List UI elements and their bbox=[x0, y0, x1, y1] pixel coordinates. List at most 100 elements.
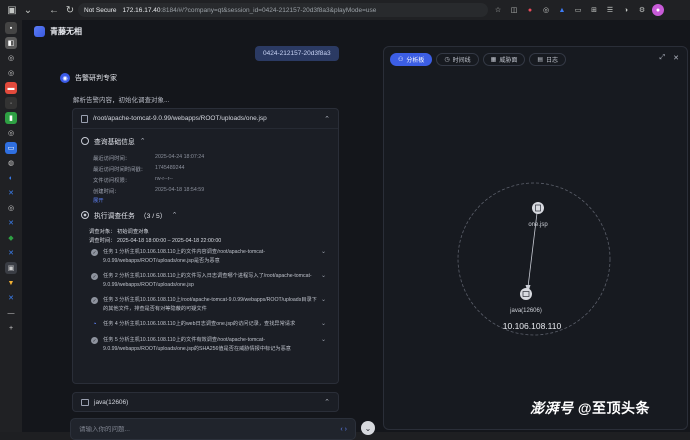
sidebar-tab-icon[interactable]: ◎ bbox=[5, 67, 17, 79]
sidebar-tab-icon[interactable]: ▣ bbox=[5, 262, 17, 274]
sidebar-tab-icon[interactable]: ▼ bbox=[5, 277, 17, 289]
play-icon bbox=[81, 211, 89, 219]
expand-link[interactable]: 展开 bbox=[93, 196, 104, 204]
chevron-down-icon[interactable]: ⌄ bbox=[321, 272, 326, 290]
scroll-to-bottom-button[interactable]: ⌄ bbox=[361, 421, 375, 435]
sidebar-tab-icon[interactable]: ▭ bbox=[5, 142, 17, 154]
task-done-icon: ✓ bbox=[91, 297, 98, 304]
chevron-down-icon[interactable]: ⌄ bbox=[321, 296, 326, 314]
analysis-panel: ⚇ 分析板 ◷ 时间线 ▦ 威胁面 ▤ 日志 ⤢ ✕ one.jsp java(… bbox=[383, 46, 688, 430]
extension-icon[interactable]: ⚙ bbox=[636, 4, 648, 16]
agent-name: 告警研判专家 bbox=[75, 75, 117, 82]
extension-icon[interactable]: ● bbox=[524, 4, 536, 16]
chevron-up-icon[interactable]: ⌃ bbox=[324, 398, 330, 406]
expand-icon[interactable]: ⤢ bbox=[660, 54, 666, 62]
process-title: java(12606) bbox=[94, 398, 129, 406]
url-host: 172.16.17.40 bbox=[122, 6, 161, 14]
info-key: 最近访问时间： bbox=[93, 156, 131, 162]
sidebar-tab-icon[interactable]: ✕ bbox=[5, 217, 17, 229]
sidebar-tab-icon[interactable]: ▪ bbox=[5, 22, 17, 34]
browser-window: ▣ ⌄ ← ↻ Not Secure 172.16.17.40:8184/#/?… bbox=[0, 0, 690, 440]
info-row: 创建时间： 2025-04-18 18:54:59 bbox=[93, 187, 204, 195]
sidebar-tab-icon[interactable]: ◆ bbox=[5, 232, 17, 244]
watermark-suffix: @至顶头条 bbox=[577, 400, 651, 416]
task-done-icon: ✓ bbox=[91, 273, 98, 280]
extension-icon[interactable]: ◑ bbox=[620, 4, 632, 16]
section-title: 执行调查任务 bbox=[94, 213, 135, 220]
sidebar-tab-icon[interactable]: ▬ bbox=[5, 82, 17, 94]
file-path-header[interactable]: /root/apache-tomcat-9.0.99/webapps/ROOT/… bbox=[73, 109, 338, 129]
sidebar-tab-icon[interactable]: ▮ bbox=[5, 112, 17, 124]
app-header: 青藤无相 bbox=[22, 20, 690, 42]
extension-icon[interactable]: ▭ bbox=[572, 4, 584, 16]
task-item[interactable]: ◔ 任务 4 分析主机10.106.108.110上的web日志调查one.js… bbox=[91, 320, 326, 329]
sidebar-tab-icon[interactable]: ◍ bbox=[5, 157, 17, 169]
info-key: 最近访问时间时间戳： bbox=[93, 167, 146, 173]
star-icon[interactable]: ☆ bbox=[492, 4, 504, 16]
tab-timeline[interactable]: ◷ 时间线 bbox=[436, 53, 479, 66]
node-file[interactable]: one.jsp bbox=[528, 202, 548, 228]
chevron-down-icon[interactable]: ⌄ bbox=[321, 248, 326, 266]
info-key: 创建时间： bbox=[93, 189, 120, 195]
panel-icon[interactable]: ▣ bbox=[4, 2, 20, 18]
task-item[interactable]: ✓ 任务 1 分析主机10.106.108.110上的文件内容调查/root/a… bbox=[91, 248, 326, 266]
app-title: 青藤无相 bbox=[50, 26, 82, 36]
sidebar-tab-icon[interactable]: ◐ bbox=[5, 172, 17, 184]
chevron-up-icon[interactable]: ⌃ bbox=[140, 137, 146, 145]
address-bar[interactable]: Not Secure 172.16.17.40:8184/#/?company=… bbox=[78, 3, 488, 17]
sidebar-tab-icon[interactable]: ◎ bbox=[5, 127, 17, 139]
tab-threat-surface[interactable]: ▦ 威胁面 bbox=[482, 53, 526, 66]
question-input[interactable] bbox=[79, 425, 341, 433]
sidebar-tab-icon[interactable]: ✕ bbox=[5, 247, 17, 259]
tab-search-icon[interactable]: ⌄ bbox=[20, 2, 36, 18]
task-text: 任务 1 分析主机10.106.108.110上的文件内容调查/root/apa… bbox=[103, 249, 265, 264]
info-row: 文件访问权限： rw-r--r-- bbox=[93, 176, 173, 184]
back-icon[interactable]: ← bbox=[46, 2, 62, 18]
task-text: 任务 5 分析主机10.106.108.110上的文件有效调查/root/apa… bbox=[103, 337, 291, 352]
profile-avatar[interactable]: ● bbox=[652, 4, 664, 16]
tab-logs[interactable]: ▤ 日志 bbox=[529, 53, 567, 66]
sidebar-tab-icon[interactable]: — bbox=[5, 307, 17, 319]
extension-icon[interactable]: ⊞ bbox=[588, 4, 600, 16]
task-item[interactable]: ✓ 任务 2 分析主机10.106.108.110上的文件写入日志调查哪个进程写… bbox=[91, 272, 326, 290]
browser-extensions: ☆ ◫ ● ◎ ▲ ▭ ⊞ ☰ ◑ ⚙ ● bbox=[492, 2, 664, 18]
query-basic-info-section[interactable]: 查询基础信息 ⌃ bbox=[81, 136, 146, 146]
process-node-icon[interactable] bbox=[520, 288, 532, 300]
section-title: 查询基础信息 bbox=[94, 139, 135, 146]
file-node-icon[interactable] bbox=[532, 202, 544, 214]
sidebar-tab-icon[interactable]: ◎ bbox=[5, 202, 17, 214]
sidebar-tab-icon[interactable]: ✕ bbox=[5, 292, 17, 304]
watermark-brand: 澎湃号 bbox=[530, 400, 574, 416]
search-icon bbox=[81, 137, 89, 145]
tab-label: 威胁面 bbox=[499, 58, 518, 64]
node-process[interactable]: java(12606) bbox=[509, 288, 542, 314]
sidebar-tab-icon[interactable]: ◧ bbox=[5, 37, 17, 49]
document-icon: ▤ bbox=[537, 57, 544, 63]
sidebar-tab-icon[interactable]: · bbox=[5, 97, 17, 109]
extension-icon[interactable]: ☰ bbox=[604, 4, 616, 16]
chevron-up-icon[interactable]: ⌃ bbox=[172, 211, 178, 219]
task-done-icon: ✓ bbox=[91, 337, 98, 344]
new-tab-icon[interactable]: + bbox=[5, 322, 17, 334]
task-done-icon: ✓ bbox=[91, 249, 98, 256]
extension-icon[interactable]: ◎ bbox=[540, 4, 552, 16]
chevron-up-icon[interactable]: ⌃ bbox=[324, 115, 330, 123]
tab-analysis-board[interactable]: ⚇ 分析板 bbox=[390, 53, 433, 66]
reload-icon[interactable]: ↻ bbox=[62, 2, 78, 18]
sidebar-tab-icon[interactable]: ◎ bbox=[5, 52, 17, 64]
send-icon[interactable]: ‹ › bbox=[340, 426, 347, 433]
task-item[interactable]: ✓ 任务 5 分析主机10.106.108.110上的文件有效调查/root/a… bbox=[91, 336, 326, 354]
extension-icon[interactable]: ▲ bbox=[556, 4, 568, 16]
server-icon bbox=[81, 398, 89, 406]
extension-icon[interactable]: ◫ bbox=[508, 4, 520, 16]
investigation-tasks-section[interactable]: 执行调查任务 （3 / 5） ⌃ bbox=[81, 210, 177, 220]
file-icon bbox=[81, 114, 88, 123]
chevron-down-icon[interactable]: ⌄ bbox=[321, 320, 326, 329]
process-card-header[interactable]: java(12606) ⌃ bbox=[72, 392, 339, 412]
chevron-down-icon[interactable]: ⌄ bbox=[321, 336, 326, 354]
chat-input-box[interactable]: ‹ › bbox=[70, 418, 356, 440]
app-logo-icon bbox=[34, 25, 45, 37]
sidebar-tab-icon[interactable]: ✕ bbox=[5, 187, 17, 199]
task-item[interactable]: ✓ 任务 3 分析主机10.106.108.110上/root/apache-t… bbox=[91, 296, 326, 314]
close-icon[interactable]: ✕ bbox=[673, 54, 679, 62]
